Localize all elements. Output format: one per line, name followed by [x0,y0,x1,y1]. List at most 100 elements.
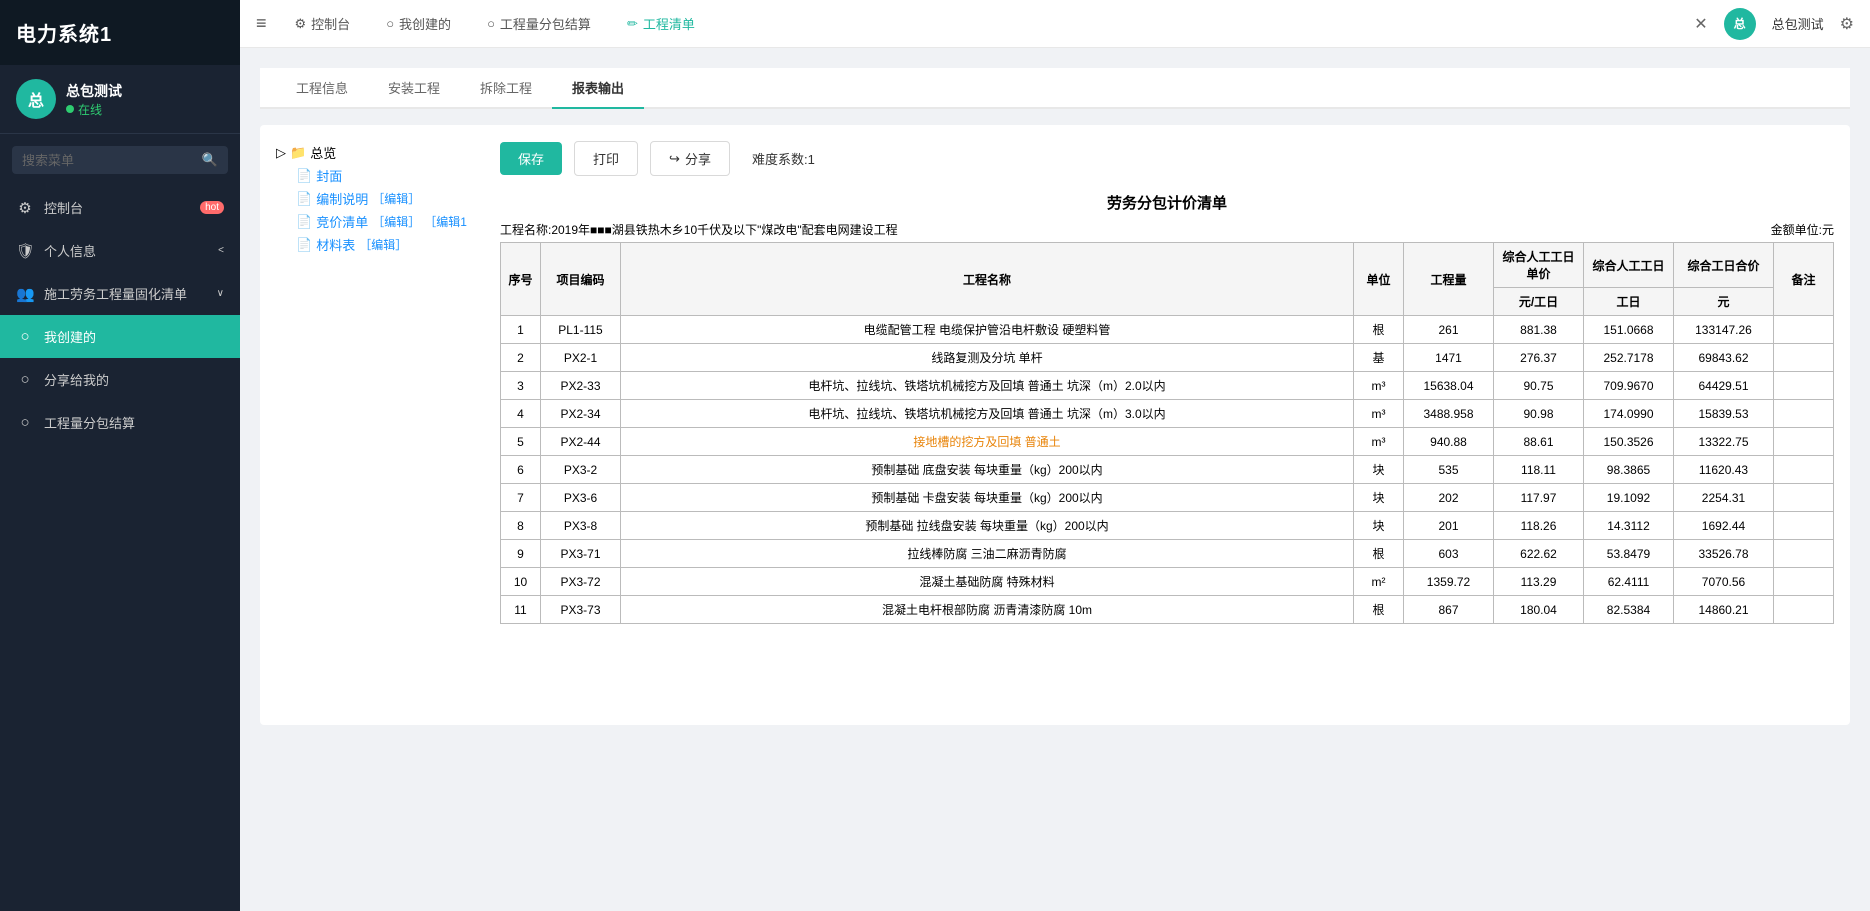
cell-qty: 940.88 [1404,428,1494,456]
cell-seq: 8 [501,512,541,540]
report-table: 序号 项目编码 工程名称 单位 工程量 综合人工工日单价 综合人工工日 综合工日… [500,242,1834,624]
hamburger-icon[interactable]: ≡ [256,13,267,34]
sidebar-item-personal[interactable]: 🛡 个人信息 < [0,229,240,272]
sidebar-item-fixed-list[interactable]: 👥 施工劳务工程量固化清单 ∨ [0,272,240,315]
share-button[interactable]: ↪ 分享 [650,141,730,176]
sidebar-avatar: 总 [16,79,56,119]
search-input[interactable] [22,153,196,168]
folder-icon: 📁 [290,145,306,161]
col-header-seq: 序号 [501,243,541,316]
table-row: 8 PX3-8 预制基础 拉线盘安装 每块重量（kg）200以内 块 201 1… [501,512,1834,540]
tree-item-cover: 📄 封面 [296,164,476,187]
sidebar-item-dashboard[interactable]: ⚙ 控制台 hot [0,186,240,229]
cell-unit-manday: 881.38 [1494,316,1584,344]
cell-manday: 98.3865 [1584,456,1674,484]
tab-report-output[interactable]: 报表输出 [552,68,644,109]
tree-item-compile-note: 📄 编制说明 ［编辑］ [296,187,476,210]
tree-material-label[interactable]: 材料表 [316,235,355,254]
content-area: 工程信息 安装工程 拆除工程 报表输出 ▷ 📁 总览 📄 封面 [240,48,1870,911]
tab-project-info[interactable]: 工程信息 [276,68,368,109]
tree-root-label: 总览 [310,143,336,162]
main-panel: ▷ 📁 总览 📄 封面 📄 编制说明 ［编辑］ [260,125,1850,725]
cell-unit-manday: 88.61 [1494,428,1584,456]
cell-total: 133147.26 [1674,316,1774,344]
cell-remark [1774,344,1834,372]
cell-seq: 3 [501,372,541,400]
tabs-bar: 工程信息 安装工程 拆除工程 报表输出 [260,68,1850,109]
group-icon: 👥 [16,285,34,303]
report-title: 劳务分包计价清单 [500,192,1834,213]
topbar-username: 总包测试 [1772,14,1824,33]
cell-total: 13322.75 [1674,428,1774,456]
cell-unit: 块 [1354,456,1404,484]
save-button[interactable]: 保存 [500,142,562,175]
cell-manday: 252.7178 [1584,344,1674,372]
col-header-unit-manday: 综合人工工日单价 [1494,243,1584,288]
doc-icon-cover: 📄 [296,168,312,184]
tree-quote-edit[interactable]: ［编辑］ [372,213,420,230]
search-icon: 🔍 [202,152,218,168]
cell-name: 电缆配管工程 电缆保护管沿电杆敷设 硬塑料管 [621,316,1354,344]
cell-unit: 根 [1354,540,1404,568]
tree-expand-icon[interactable]: ▷ [276,145,286,161]
cell-total: 14860.21 [1674,596,1774,624]
table-row: 9 PX3-71 拉线棒防腐 三油二麻沥青防腐 根 603 622.62 53.… [501,540,1834,568]
topbar-nav-project-list[interactable]: ✏ 工程清单 [619,10,703,37]
main-area: ≡ ⚙ 控制台 ○ 我创建的 ○ 工程量分包结算 ✏ 工程清单 ✕ 总 总包测试… [240,0,1870,911]
topbar-nav-my-created[interactable]: ○ 我创建的 [378,10,459,37]
cell-seq: 7 [501,484,541,512]
tree-item-quote-list: 📄 竞价清单 ［编辑］ ［编辑1 [296,210,476,233]
cell-code: PX2-1 [541,344,621,372]
cell-manday: 82.5384 [1584,596,1674,624]
cell-manday: 709.9670 [1584,372,1674,400]
difficulty-label: 难度系数:1 [752,149,815,168]
status-dot [66,105,74,113]
tree-quote-edit2[interactable]: ［编辑1 [424,213,467,230]
cell-unit: 根 [1354,316,1404,344]
tree-material-edit[interactable]: ［编辑］ [359,236,407,253]
cell-unit-manday: 113.29 [1494,568,1584,596]
cell-total: 11620.43 [1674,456,1774,484]
sidebar-username: 总包测试 [66,81,122,101]
sidebar-item-my-created[interactable]: ○ 我创建的 [0,315,240,358]
report-header-row: 工程名称:2019年■■■湖县铁热木乡10千伏及以下"煤改电"配套电网建设工程 … [500,221,1834,238]
cell-unit: m³ [1354,372,1404,400]
close-icon[interactable]: ✕ [1694,14,1707,34]
table-row: 11 PX3-73 混凝土电杆根部防腐 沥青清漆防腐 10m 根 867 180… [501,596,1834,624]
cell-unit-manday: 118.26 [1494,512,1584,540]
cell-unit: 块 [1354,484,1404,512]
sidebar-item-subcontract[interactable]: ○ 工程量分包结算 [0,401,240,444]
cell-code: PX3-73 [541,596,621,624]
cell-unit-manday: 276.37 [1494,344,1584,372]
share-icon: ↪ [669,151,680,167]
project-name: 工程名称:2019年■■■湖县铁热木乡10千伏及以下"煤改电"配套电网建设工程 [500,221,898,238]
topbar-nav-subcontract[interactable]: ○ 工程量分包结算 [479,10,599,37]
settings-icon[interactable]: ⚙ [1840,14,1854,34]
tree-item-material: 📄 材料表 ［编辑］ [296,233,476,256]
sidebar-item-shared[interactable]: ○ 分享给我的 [0,358,240,401]
topbar-edit-icon: ✏ [627,16,638,32]
cell-remark [1774,456,1834,484]
tree-compile-edit[interactable]: ［编辑］ [372,190,420,207]
cell-code: PX3-6 [541,484,621,512]
table-row: 5 PX2-44 接地槽的挖方及回填 普通土 m³ 940.88 88.61 1… [501,428,1834,456]
tab-install-project[interactable]: 安装工程 [368,68,460,109]
cell-name: 预制基础 底盘安装 每块重量（kg）200以内 [621,456,1354,484]
topbar-right: ✕ 总 总包测试 ⚙ [1694,8,1854,40]
tab-demolish-project[interactable]: 拆除工程 [460,68,552,109]
cell-code: PX2-44 [541,428,621,456]
cell-total: 15839.53 [1674,400,1774,428]
tree-cover-label[interactable]: 封面 [316,166,342,185]
tree-compile-label[interactable]: 编制说明 [316,189,368,208]
cell-name: 预制基础 拉线盘安装 每块重量（kg）200以内 [621,512,1354,540]
col-header-remark: 备注 [1774,243,1834,316]
tree-quote-label[interactable]: 竞价清单 [316,212,368,231]
cell-code: PX3-2 [541,456,621,484]
search-box[interactable]: 🔍 [12,146,228,174]
cell-manday: 150.3526 [1584,428,1674,456]
print-button[interactable]: 打印 [574,141,638,176]
sub-header-total: 元 [1674,288,1774,316]
cell-manday: 151.0668 [1584,316,1674,344]
sidebar: 电力系统1 总 总包测试 在线 🔍 ⚙ 控制台 hot 🛡 个人信息 < 👥 [0,0,240,911]
topbar-nav-dashboard[interactable]: ⚙ 控制台 [287,10,359,37]
